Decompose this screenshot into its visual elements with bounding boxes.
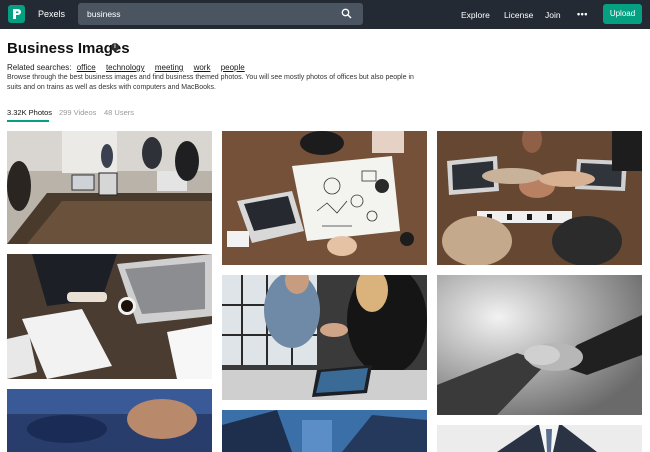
search-input[interactable]: business — [78, 3, 363, 25]
info-icon[interactable]: i — [111, 43, 119, 51]
photo-paperwork-laptop[interactable] — [7, 254, 212, 379]
more-menu-icon[interactable]: ••• — [577, 9, 588, 19]
upload-button[interactable]: Upload — [603, 4, 642, 24]
related-tag-work[interactable]: work — [194, 63, 211, 72]
related-tag-office[interactable]: office — [77, 63, 96, 72]
nav-link-explore[interactable]: Explore — [461, 10, 490, 20]
photo-hands-blue[interactable] — [7, 389, 212, 452]
related-tag-people[interactable]: people — [221, 63, 245, 72]
related-tag-meeting[interactable]: meeting — [155, 63, 183, 72]
tab-users[interactable]: 48 Users — [104, 108, 134, 117]
active-tab-indicator — [7, 120, 49, 122]
tab-videos[interactable]: 299 Videos — [59, 108, 96, 117]
tab-photos[interactable]: 3.32K Photos — [7, 108, 52, 117]
photo-office-meeting[interactable] — [7, 131, 212, 244]
photo-handshake-office[interactable] — [222, 275, 427, 400]
top-navigation: Pexels business Explore License Join •••… — [0, 0, 650, 29]
related-searches-label: Related searches: — [7, 63, 72, 72]
nav-link-license[interactable]: License — [504, 10, 533, 20]
photo-fist-bump[interactable] — [437, 131, 642, 265]
photo-desk-teamwork[interactable] — [222, 131, 427, 265]
photo-suit-tie[interactable] — [437, 425, 642, 452]
related-tag-technology[interactable]: technology — [106, 63, 145, 72]
brand-name[interactable]: Pexels — [38, 9, 65, 19]
search-value[interactable]: business — [87, 9, 121, 19]
search-icon[interactable] — [341, 8, 352, 19]
photo-buildings-sky[interactable] — [222, 410, 427, 452]
related-searches: Related searches: office technology meet… — [7, 63, 245, 72]
nav-link-join[interactable]: Join — [545, 10, 561, 20]
page-description: Browse through the best business images … — [7, 74, 414, 91]
pexels-logo-icon[interactable] — [8, 5, 25, 23]
photo-handshake-bw[interactable] — [437, 275, 642, 415]
